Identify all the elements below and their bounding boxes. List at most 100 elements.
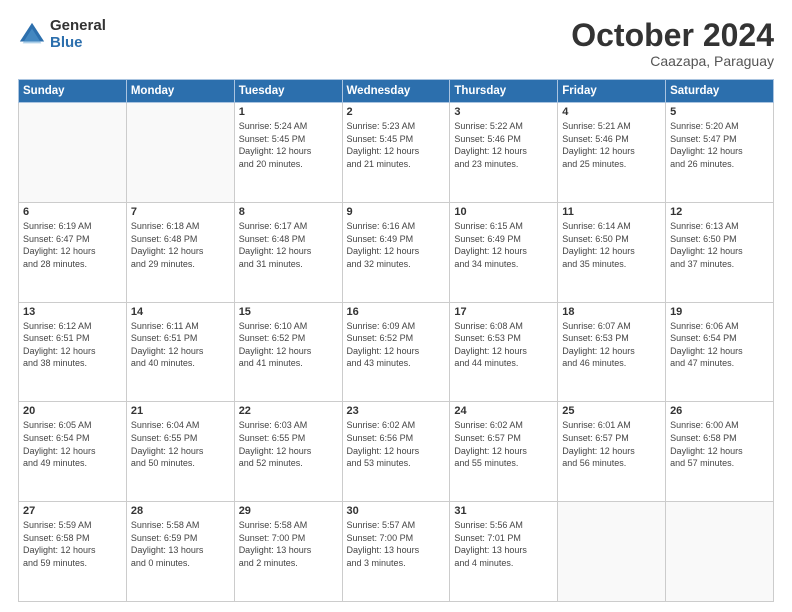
day-number: 15 [239, 306, 338, 318]
cell-daylight-info: Sunrise: 6:05 AMSunset: 6:54 PMDaylight:… [23, 419, 122, 469]
day-number: 2 [347, 106, 446, 118]
cell-daylight-info: Sunrise: 6:12 AMSunset: 6:51 PMDaylight:… [23, 320, 122, 370]
calendar-cell [19, 103, 127, 203]
day-number: 11 [562, 206, 661, 218]
cell-daylight-info: Sunrise: 6:01 AMSunset: 6:57 PMDaylight:… [562, 419, 661, 469]
day-number: 31 [454, 505, 553, 517]
cell-daylight-info: Sunrise: 6:09 AMSunset: 6:52 PMDaylight:… [347, 320, 446, 370]
calendar-cell: 19Sunrise: 6:06 AMSunset: 6:54 PMDayligh… [666, 302, 774, 402]
cell-daylight-info: Sunrise: 5:56 AMSunset: 7:01 PMDaylight:… [454, 519, 553, 569]
day-number: 5 [670, 106, 769, 118]
calendar-cell [666, 502, 774, 602]
day-number: 3 [454, 106, 553, 118]
day-number: 21 [131, 405, 230, 417]
page: General Blue October 2024 Caazapa, Parag… [0, 0, 792, 612]
logo-text: General Blue [50, 18, 106, 51]
cell-daylight-info: Sunrise: 6:15 AMSunset: 6:49 PMDaylight:… [454, 220, 553, 270]
calendar-week-row: 13 Sunrise: 6:12 AMSunset: 6:51 PMDayligh… [19, 302, 774, 402]
day-number: 8 [239, 206, 338, 218]
day-number: 23 [347, 405, 446, 417]
calendar-cell [126, 103, 234, 203]
cell-daylight-info: Sunrise: 6:03 AMSunset: 6:55 PMDaylight:… [239, 419, 338, 469]
calendar-cell: 2 Sunrise: 5:23 AMSunset: 5:45 PMDaylight… [342, 103, 450, 203]
calendar-cell: 7 Sunrise: 6:18 AMSunset: 6:48 PMDaylight… [126, 202, 234, 302]
title-block: October 2024 Caazapa, Paraguay [571, 18, 774, 69]
cell-daylight-info: Sunrise: 6:02 AMSunset: 6:56 PMDaylight:… [347, 419, 446, 469]
day-number: 19 [670, 306, 769, 318]
calendar-cell [558, 502, 666, 602]
cell-daylight-info: Sunrise: 6:00 AMSunset: 6:58 PMDaylight:… [670, 419, 769, 469]
day-number: 22 [239, 405, 338, 417]
cell-daylight-info: Sunrise: 6:11 AMSunset: 6:51 PMDaylight:… [131, 320, 230, 370]
calendar-cell: 13 Sunrise: 6:12 AMSunset: 6:51 PMDayligh… [19, 302, 127, 402]
calendar-week-row: 27Sunrise: 5:59 AMSunset: 6:58 PMDayligh… [19, 502, 774, 602]
cell-daylight-info: Sunrise: 5:59 AMSunset: 6:58 PMDaylight:… [23, 519, 122, 569]
calendar-cell: 3 Sunrise: 5:22 AMSunset: 5:46 PMDaylight… [450, 103, 558, 203]
calendar-cell: 17 Sunrise: 6:08 AMSunset: 6:53 PMDayligh… [450, 302, 558, 402]
calendar-table: SundayMondayTuesdayWednesdayThursdayFrid… [18, 79, 774, 602]
logo-general-text: General [50, 18, 106, 35]
day-number: 25 [562, 405, 661, 417]
calendar-cell: 18Sunrise: 6:07 AMSunset: 6:53 PMDayligh… [558, 302, 666, 402]
day-number: 20 [23, 405, 122, 417]
day-number: 18 [562, 306, 661, 318]
day-number: 13 [23, 306, 122, 318]
cell-daylight-info: Sunrise: 5:23 AMSunset: 5:45 PMDaylight:… [347, 120, 446, 170]
calendar-cell: 16 Sunrise: 6:09 AMSunset: 6:52 PMDayligh… [342, 302, 450, 402]
logo: General Blue [18, 18, 106, 51]
cell-daylight-info: Sunrise: 5:57 AMSunset: 7:00 PMDaylight:… [347, 519, 446, 569]
calendar-day-header: Wednesday [342, 80, 450, 103]
cell-daylight-info: Sunrise: 6:17 AMSunset: 6:48 PMDaylight:… [239, 220, 338, 270]
cell-daylight-info: Sunrise: 6:02 AMSunset: 6:57 PMDaylight:… [454, 419, 553, 469]
day-number: 24 [454, 405, 553, 417]
calendar-cell: 28 Sunrise: 5:58 AMSunset: 6:59 PMDayligh… [126, 502, 234, 602]
calendar-week-row: 1Sunrise: 5:24 AMSunset: 5:45 PMDaylight… [19, 103, 774, 203]
day-number: 29 [239, 505, 338, 517]
location-subtitle: Caazapa, Paraguay [571, 53, 774, 69]
day-number: 28 [131, 505, 230, 517]
cell-daylight-info: Sunrise: 5:22 AMSunset: 5:46 PMDaylight:… [454, 120, 553, 170]
day-number: 1 [239, 106, 338, 118]
cell-daylight-info: Sunrise: 6:16 AMSunset: 6:49 PMDaylight:… [347, 220, 446, 270]
cell-daylight-info: Sunrise: 6:13 AMSunset: 6:50 PMDaylight:… [670, 220, 769, 270]
day-number: 14 [131, 306, 230, 318]
calendar-week-row: 6 Sunrise: 6:19 AMSunset: 6:47 PMDaylight… [19, 202, 774, 302]
calendar-cell: 27Sunrise: 5:59 AMSunset: 6:58 PMDayligh… [19, 502, 127, 602]
cell-daylight-info: Sunrise: 6:08 AMSunset: 6:53 PMDaylight:… [454, 320, 553, 370]
cell-daylight-info: Sunrise: 6:04 AMSunset: 6:55 PMDaylight:… [131, 419, 230, 469]
day-number: 30 [347, 505, 446, 517]
day-number: 4 [562, 106, 661, 118]
calendar-day-header: Tuesday [234, 80, 342, 103]
calendar-day-header: Thursday [450, 80, 558, 103]
day-number: 17 [454, 306, 553, 318]
calendar-cell: 9 Sunrise: 6:16 AMSunset: 6:49 PMDaylight… [342, 202, 450, 302]
calendar-cell: 30 Sunrise: 5:57 AMSunset: 7:00 PMDayligh… [342, 502, 450, 602]
day-number: 6 [23, 206, 122, 218]
month-title: October 2024 [571, 18, 774, 53]
day-number: 9 [347, 206, 446, 218]
calendar-day-header: Sunday [19, 80, 127, 103]
day-number: 16 [347, 306, 446, 318]
cell-daylight-info: Sunrise: 5:20 AMSunset: 5:47 PMDaylight:… [670, 120, 769, 170]
day-number: 12 [670, 206, 769, 218]
cell-daylight-info: Sunrise: 5:58 AMSunset: 7:00 PMDaylight:… [239, 519, 338, 569]
calendar-cell: 11Sunrise: 6:14 AMSunset: 6:50 PMDayligh… [558, 202, 666, 302]
day-number: 7 [131, 206, 230, 218]
calendar-cell: 6 Sunrise: 6:19 AMSunset: 6:47 PMDaylight… [19, 202, 127, 302]
calendar-cell: 21 Sunrise: 6:04 AMSunset: 6:55 PMDayligh… [126, 402, 234, 502]
cell-daylight-info: Sunrise: 6:18 AMSunset: 6:48 PMDaylight:… [131, 220, 230, 270]
cell-daylight-info: Sunrise: 6:10 AMSunset: 6:52 PMDaylight:… [239, 320, 338, 370]
calendar-cell: 8 Sunrise: 6:17 AMSunset: 6:48 PMDaylight… [234, 202, 342, 302]
calendar-day-header: Monday [126, 80, 234, 103]
calendar-cell: 23 Sunrise: 6:02 AMSunset: 6:56 PMDayligh… [342, 402, 450, 502]
cell-daylight-info: Sunrise: 6:19 AMSunset: 6:47 PMDaylight:… [23, 220, 122, 270]
calendar-cell: 24 Sunrise: 6:02 AMSunset: 6:57 PMDayligh… [450, 402, 558, 502]
calendar-day-header: Saturday [666, 80, 774, 103]
day-number: 26 [670, 405, 769, 417]
calendar-cell: 25 Sunrise: 6:01 AMSunset: 6:57 PMDayligh… [558, 402, 666, 502]
calendar-cell: 12 Sunrise: 6:13 AMSunset: 6:50 PMDayligh… [666, 202, 774, 302]
cell-daylight-info: Sunrise: 5:58 AMSunset: 6:59 PMDaylight:… [131, 519, 230, 569]
calendar-cell: 15 Sunrise: 6:10 AMSunset: 6:52 PMDayligh… [234, 302, 342, 402]
calendar-cell: 26 Sunrise: 6:00 AMSunset: 6:58 PMDayligh… [666, 402, 774, 502]
logo-blue-text: Blue [50, 35, 106, 52]
